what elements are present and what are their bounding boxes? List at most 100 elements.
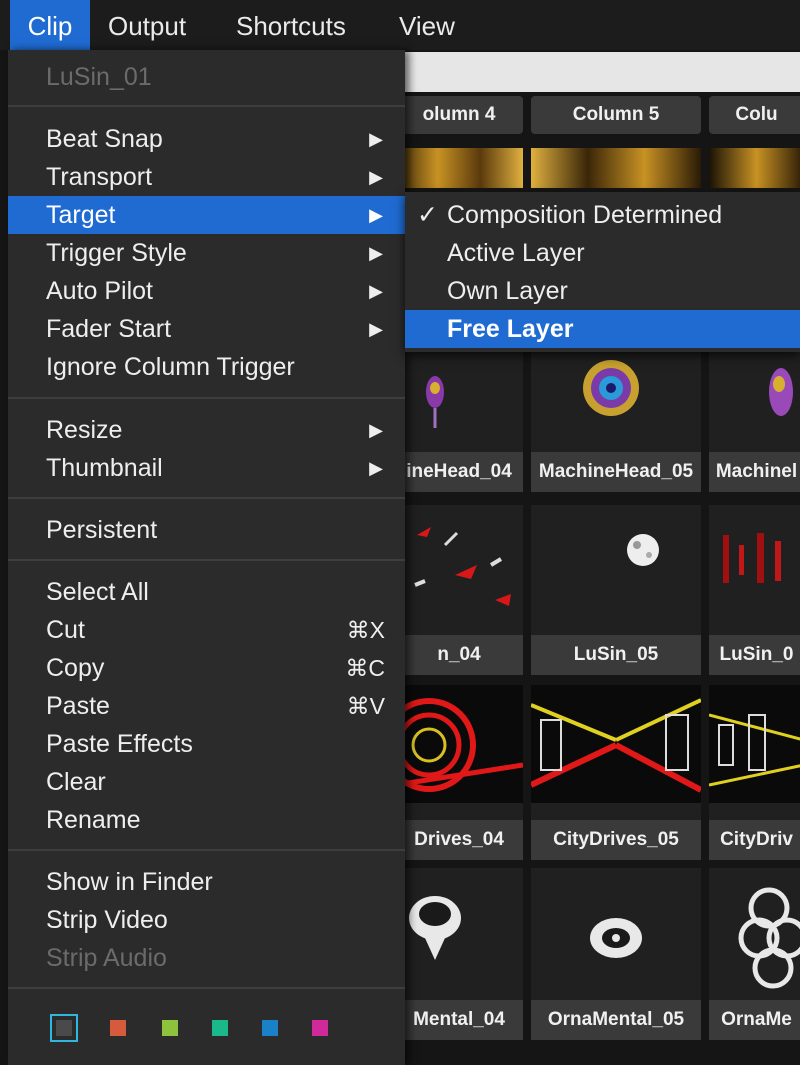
menu-item-paste[interactable]: Paste ⌘V <box>8 687 405 725</box>
submenu-item-active-layer[interactable]: Active Layer <box>405 234 800 272</box>
clip-thumbnail <box>531 505 701 635</box>
menu-item-transport[interactable]: Transport ▶ <box>8 158 405 196</box>
menu-item-auto-pilot[interactable]: Auto Pilot ▶ <box>8 272 405 310</box>
clip-menu: LuSin_01 Beat Snap ▶ Transport ▶ Target ▶ T… <box>8 50 405 1065</box>
menu-item-label: Clear <box>46 768 106 796</box>
color-swatch-blue[interactable] <box>262 1020 278 1036</box>
target-submenu: ✓ Composition Determined Active Layer Own… <box>405 192 800 352</box>
column-header-5[interactable]: Column 5 <box>531 96 701 134</box>
column-header-6[interactable]: Colu <box>709 96 800 134</box>
clip-cell[interactable]: n_04 <box>395 505 523 675</box>
submenu-item-free-layer[interactable]: Free Layer <box>405 310 800 348</box>
menubar-clip[interactable]: Clip <box>10 0 90 50</box>
clip-thumbnail <box>531 685 701 803</box>
menu-item-trigger-style[interactable]: Trigger Style ▶ <box>8 234 405 272</box>
menu-item-label: Paste <box>46 692 110 720</box>
clip-label: OrnaMe <box>709 1000 800 1040</box>
clip-cell[interactable]: Machinel <box>709 352 800 492</box>
clip-thumbnail <box>395 505 523 635</box>
menu-item-resize[interactable]: Resize ▶ <box>8 411 405 449</box>
menu-item-select-all[interactable]: Select All <box>8 573 405 611</box>
submenu-item-label: Own Layer <box>447 277 568 305</box>
color-swatch-orange[interactable] <box>110 1020 126 1036</box>
menu-item-label: Fader Start <box>46 315 172 343</box>
menu-item-label: Auto Pilot <box>46 277 154 305</box>
column-header-4[interactable]: olumn 4 <box>395 96 523 134</box>
submenu-item-own-layer[interactable]: Own Layer <box>405 272 800 310</box>
clip-label: MachineHead_05 <box>531 452 701 492</box>
clip-cell[interactable]: OrnaMe <box>709 868 800 1040</box>
menu-item-show-in-finder[interactable]: Show in Finder <box>8 863 405 901</box>
menubar-view[interactable]: View <box>399 0 455 50</box>
color-swatch-magenta[interactable] <box>312 1020 328 1036</box>
clip-cell[interactable]: Drives_04 <box>395 685 523 860</box>
menu-item-label: Select All <box>46 578 149 606</box>
submenu-arrow-icon: ▶ <box>369 129 383 149</box>
clip-label: Machinel <box>709 452 800 492</box>
shortcut-label: ⌘C <box>345 655 385 681</box>
menu-item-label: Transport <box>46 163 153 191</box>
menu-item-strip-video[interactable]: Strip Video <box>8 901 405 939</box>
clip-cell[interactable]: ineHead_04 <box>395 352 523 492</box>
submenu-item-composition-determined[interactable]: ✓ Composition Determined <box>405 196 800 234</box>
submenu-item-label: Active Layer <box>447 239 585 267</box>
menu-item-label: Beat Snap <box>46 125 163 153</box>
submenu-arrow-icon: ▶ <box>369 281 383 301</box>
submenu-arrow-icon: ▶ <box>369 243 383 263</box>
menu-separator <box>8 105 405 107</box>
submenu-arrow-icon: ▶ <box>369 319 383 339</box>
submenu-item-label: Free Layer <box>447 315 574 343</box>
menu-item-rename[interactable]: Rename <box>8 801 405 839</box>
menu-item-cut[interactable]: Cut ⌘X <box>8 611 405 649</box>
clip-label: OrnaMental_05 <box>531 1000 701 1040</box>
menu-item-copy[interactable]: Copy ⌘C <box>8 649 405 687</box>
clip-thumbnail <box>709 868 800 998</box>
clip-cell[interactable]: CityDriv <box>709 685 800 860</box>
clip-cell[interactable]: OrnaMental_05 <box>531 868 701 1040</box>
menubar: Clip Output Shortcuts View <box>0 0 800 50</box>
clip-thumbnail[interactable] <box>709 148 800 188</box>
clip-cell[interactable]: MachineHead_05 <box>531 352 701 492</box>
color-swatch-gray[interactable] <box>56 1020 72 1036</box>
menubar-output[interactable]: Output <box>108 0 186 50</box>
clip-thumbnail[interactable] <box>395 148 523 188</box>
menu-item-clear[interactable]: Clear <box>8 763 405 801</box>
menu-item-label: Cut <box>46 616 85 644</box>
menu-item-label: Target <box>46 201 116 229</box>
menu-item-paste-effects[interactable]: Paste Effects <box>8 725 405 763</box>
clip-label: n_04 <box>395 635 523 675</box>
menu-item-persistent[interactable]: Persistent <box>8 511 405 549</box>
menu-item-target[interactable]: Target ▶ <box>8 196 405 234</box>
submenu-arrow-icon: ▶ <box>369 167 383 187</box>
clip-cell[interactable]: LuSin_0 <box>709 505 800 675</box>
submenu-arrow-icon: ▶ <box>369 205 383 225</box>
clip-label: CityDrives_05 <box>531 820 701 860</box>
submenu-arrow-icon: ▶ <box>369 420 383 440</box>
menu-item-thumbnail[interactable]: Thumbnail ▶ <box>8 449 405 487</box>
clip-thumbnail <box>709 505 800 635</box>
menu-item-label: Copy <box>46 654 105 682</box>
menu-separator <box>8 397 405 399</box>
color-swatch-green[interactable] <box>162 1020 178 1036</box>
menu-item-beat-snap[interactable]: Beat Snap ▶ <box>8 120 405 158</box>
menu-item-label: Thumbnail <box>46 454 163 482</box>
menu-item-ignore-column-trigger[interactable]: Ignore Column Trigger <box>8 348 405 386</box>
clip-label: Drives_04 <box>395 820 523 860</box>
clip-thumbnail <box>709 685 800 803</box>
menu-item-strip-audio: Strip Audio <box>8 939 405 977</box>
menubar-shortcuts[interactable]: Shortcuts <box>236 0 346 50</box>
color-swatch-teal[interactable] <box>212 1020 228 1036</box>
clip-cell[interactable]: Mental_04 <box>395 868 523 1040</box>
clip-cell[interactable]: LuSin_05 <box>531 505 701 675</box>
shortcut-label: ⌘V <box>346 693 385 719</box>
clip-thumbnail <box>395 868 523 998</box>
menu-item-fader-start[interactable]: Fader Start ▶ <box>8 310 405 348</box>
clip-label: LuSin_0 <box>709 635 800 675</box>
toolbar-strip <box>405 52 800 92</box>
clip-menu-header: LuSin_01 <box>8 58 405 96</box>
clip-cell[interactable]: CityDrives_05 <box>531 685 701 860</box>
shortcut-label: ⌘X <box>346 617 385 643</box>
menu-separator <box>8 849 405 851</box>
clip-thumbnail[interactable] <box>531 148 701 188</box>
menu-item-label: Strip Video <box>46 906 168 934</box>
